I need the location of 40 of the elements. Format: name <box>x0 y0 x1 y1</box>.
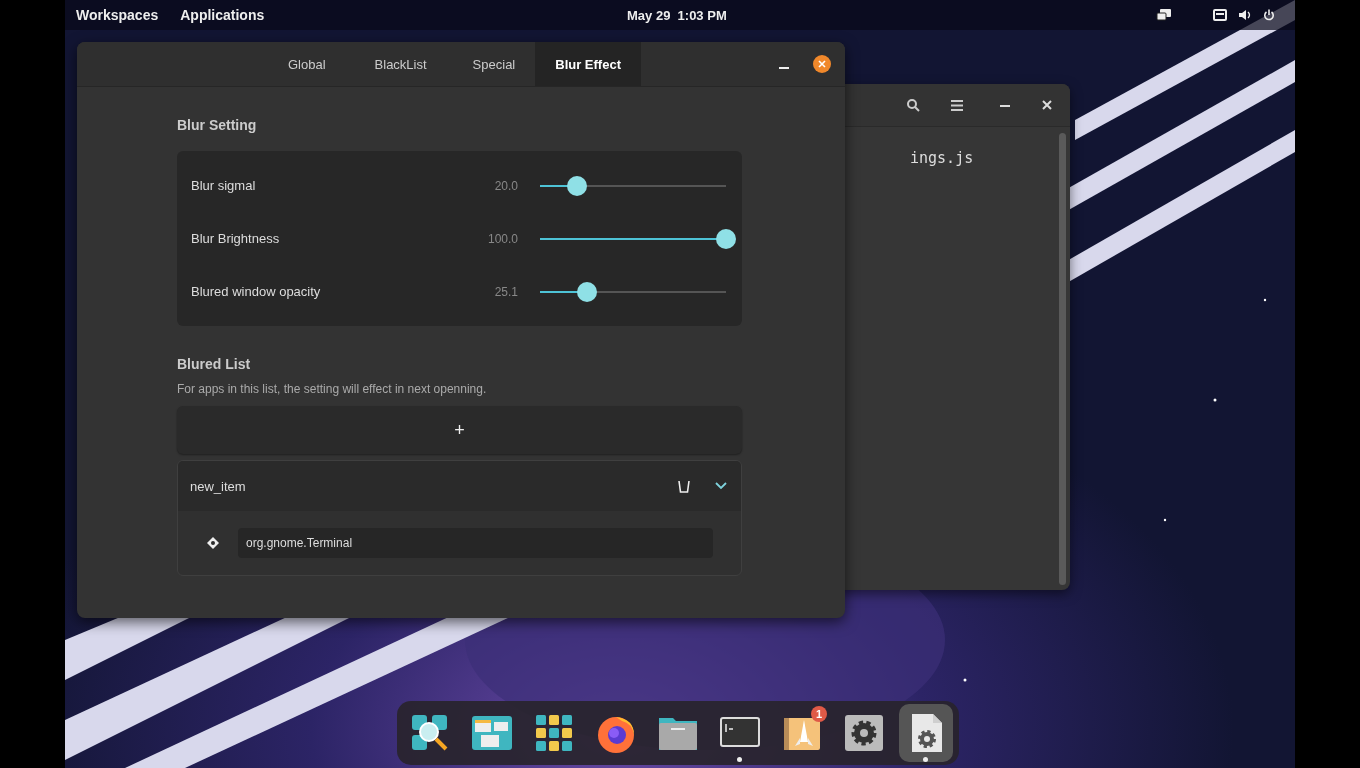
slider-value: 20.0 <box>493 178 518 193</box>
top-bar-menu[interactable]: Applications <box>180 7 265 23</box>
search-icon <box>906 98 920 112</box>
close-button[interactable] <box>813 55 831 73</box>
tab[interactable]: Global <box>265 42 349 86</box>
slider-label: Blur Brightness <box>191 231 281 246</box>
item-name: new_item <box>190 478 247 494</box>
menu-icon <box>951 99 963 111</box>
scrollbar[interactable] <box>1059 133 1066 585</box>
power-icon[interactable] <box>1263 9 1275 21</box>
dock-app[interactable] <box>899 704 953 762</box>
input-field[interactable]: org.gnome.Terminal <box>238 528 713 558</box>
keyboard-icon[interactable] <box>1213 9 1227 21</box>
close-icon <box>818 60 826 68</box>
slider-label: Blured window opacity <box>191 284 322 299</box>
close-icon <box>1042 100 1052 110</box>
trash-icon[interactable] <box>677 479 691 493</box>
add-button[interactable]: + <box>177 406 742 454</box>
gear-icon <box>843 712 885 754</box>
notification-badge: 1 <box>811 706 827 722</box>
description-text: For apps in this list, the setting will effect in next openning. <box>177 382 488 396</box>
display-icon[interactable] <box>1156 8 1172 22</box>
tab[interactable]: BlackList <box>348 42 453 86</box>
tab[interactable]: Special <box>452 42 536 86</box>
slider-value: 25.1 <box>493 284 518 299</box>
section-title: Blur Setting <box>177 117 258 133</box>
tab[interactable]: Blur Effect <box>535 42 641 86</box>
crosshair-icon[interactable] <box>206 536 220 550</box>
section-title: Blured List <box>177 356 252 372</box>
chevron-icon[interactable] <box>715 482 727 490</box>
dock-app[interactable]: 1 <box>775 704 829 762</box>
clock[interactable]: May 29 1:03 PM <box>627 8 727 23</box>
volume-icon[interactable] <box>1238 9 1252 21</box>
file-name-text: ings.js <box>910 149 974 167</box>
minimize-icon <box>779 65 789 69</box>
app-grid-icon <box>533 712 575 754</box>
slider-label: Blur sigmal <box>191 178 257 193</box>
top-bar-menu[interactable]: Workspaces <box>76 7 159 23</box>
slider-value: 100.0 <box>486 231 518 246</box>
minimize-icon <box>1000 103 1010 107</box>
